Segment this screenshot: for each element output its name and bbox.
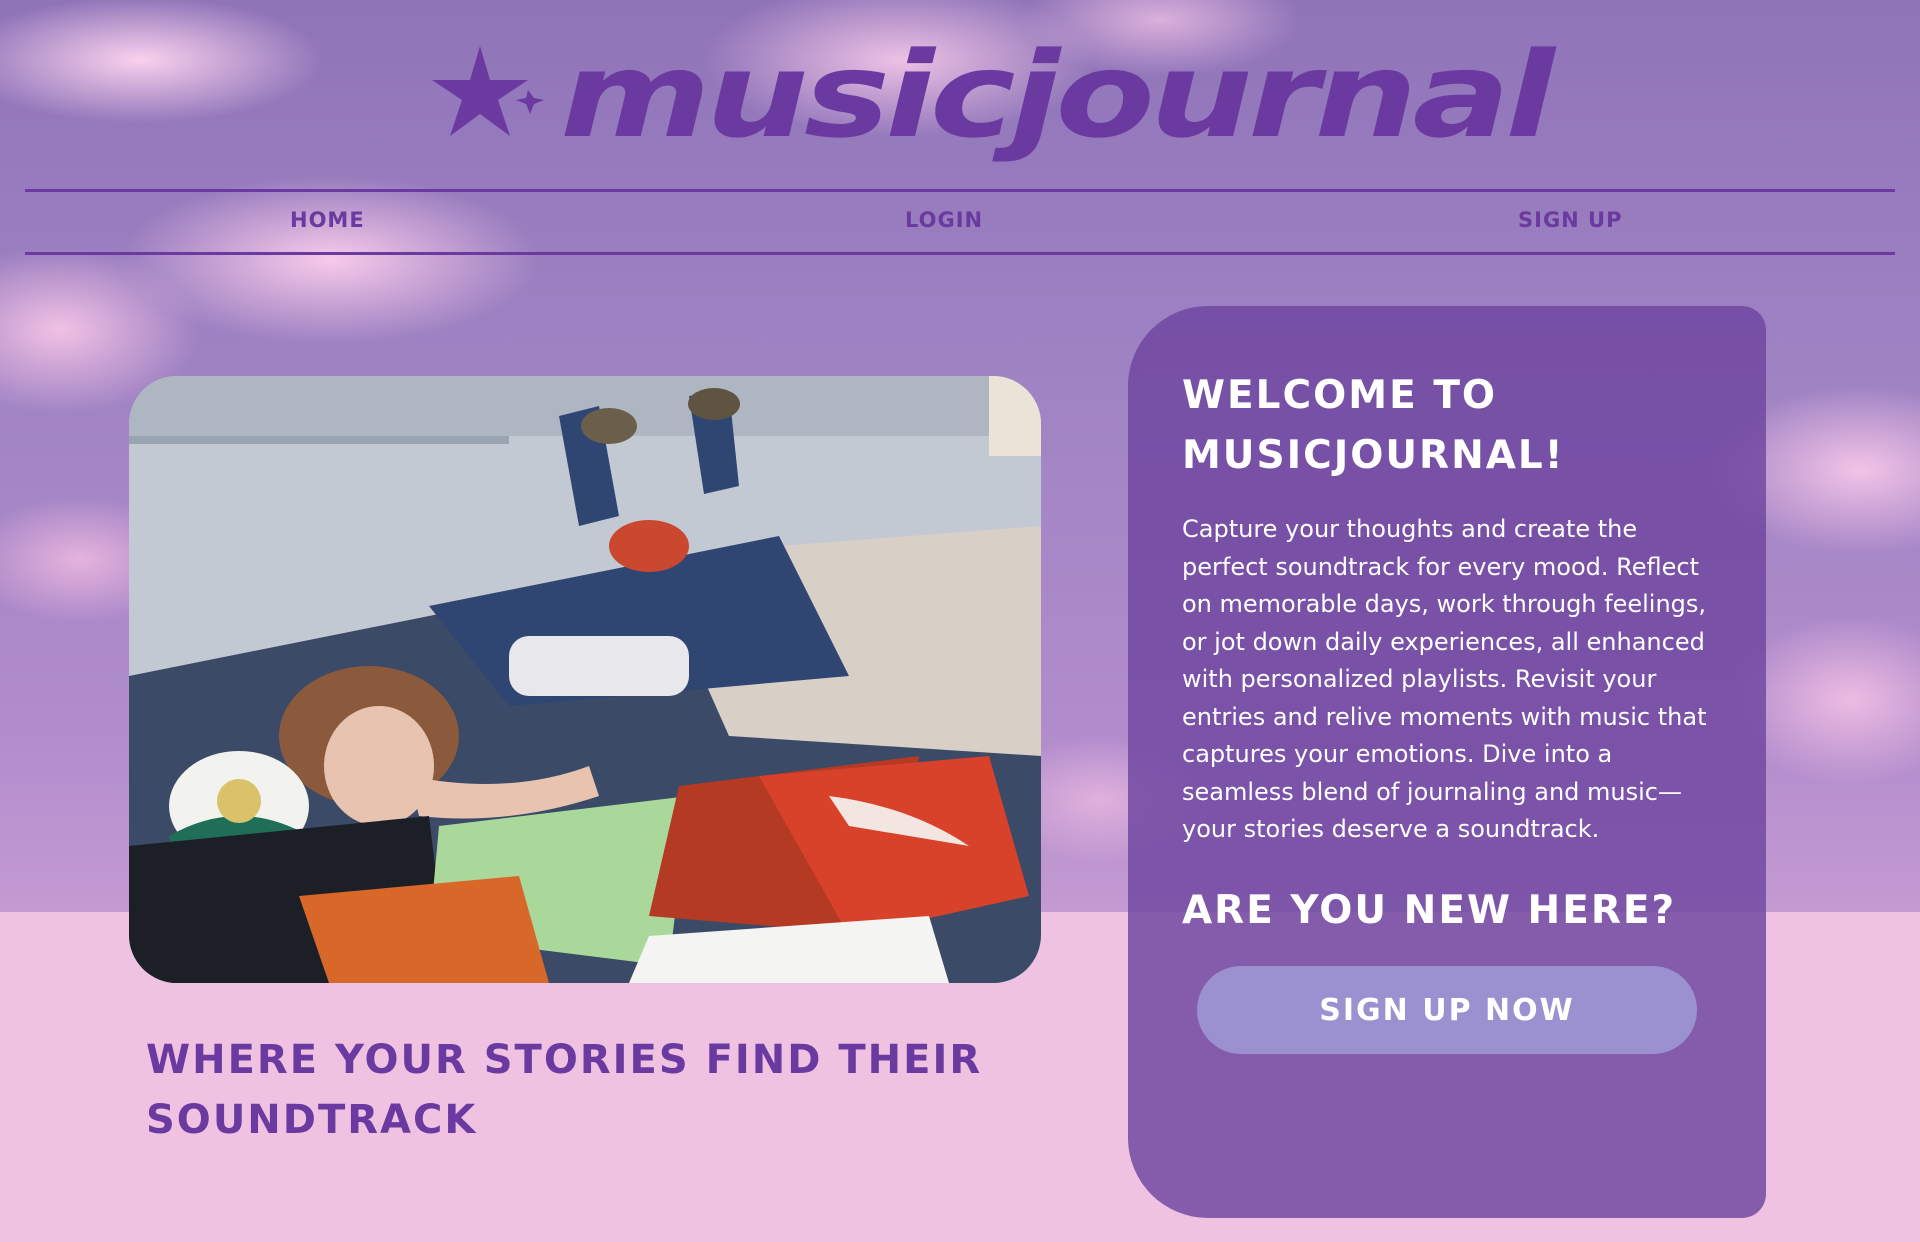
- hero-tagline: WHERE YOUR STORIES FIND THEIR SOUNDTRACK: [146, 1037, 983, 1143]
- vinyl-photo-illustration: [129, 376, 1041, 983]
- star-moon-icon: [397, 46, 544, 161]
- nav-divider-bottom: [25, 252, 1895, 255]
- welcome-description: Capture your thoughts and create the per…: [1182, 515, 1707, 843]
- nav-signup[interactable]: SIGN UP: [1518, 208, 1623, 232]
- nav-divider-top: [25, 189, 1895, 192]
- sign-up-now-button[interactable]: SIGN UP NOW: [1197, 966, 1697, 1054]
- site-header: musicjournal HOME LOGIN SIGN UP: [0, 0, 1920, 260]
- nav-login[interactable]: LOGIN: [905, 208, 983, 232]
- new-here-heading: ARE YOU NEW HERE?: [1182, 887, 1677, 933]
- logo-wordmark: musicjournal: [560, 28, 1557, 164]
- welcome-card: WELCOME TO MUSICJOURNAL! Capture your th…: [1128, 306, 1766, 1218]
- nav-home[interactable]: HOME: [290, 208, 365, 232]
- site-logo[interactable]: musicjournal: [380, 28, 1580, 168]
- welcome-title: WELCOME TO MUSICJOURNAL!: [1182, 373, 1565, 478]
- hero-photo: [129, 376, 1041, 983]
